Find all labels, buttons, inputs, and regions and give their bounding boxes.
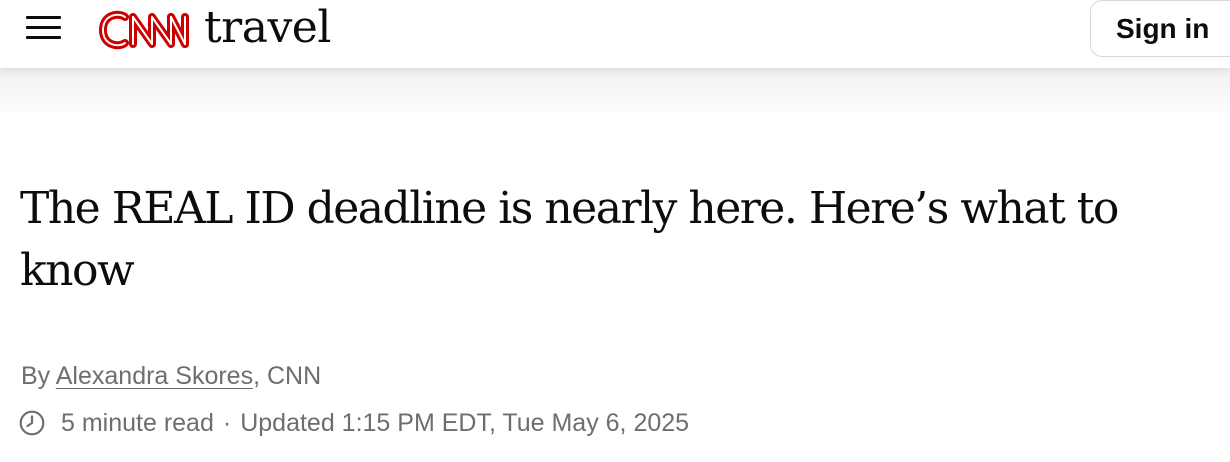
- byline-suffix: , CNN: [253, 362, 322, 390]
- section-name: travel: [204, 2, 331, 53]
- site-header: travel Sign in: [0, 0, 1230, 68]
- sign-in-button[interactable]: Sign in: [1090, 0, 1230, 57]
- header-shadow: [0, 68, 1230, 118]
- author-link[interactable]: Alexandra Skores: [56, 362, 253, 390]
- cnn-logo: [99, 10, 189, 50]
- article-headline: The REAL ID deadline is nearly here. Her…: [20, 183, 1119, 296]
- article-byline: By Alexandra Skores, CNN: [21, 360, 321, 392]
- article-meta: 5 minute read · Updated 1:15 PM EDT, Tue…: [19, 406, 689, 440]
- read-time: 5 minute read: [61, 409, 214, 437]
- cnn-travel-logo[interactable]: travel: [98, 2, 331, 54]
- menu-bar-bottom: [26, 36, 61, 39]
- menu-bar-middle: [26, 26, 61, 29]
- meta-separator: ·: [222, 409, 232, 437]
- clock-icon: [19, 410, 45, 436]
- byline-prefix: By: [21, 362, 56, 390]
- menu-bar-top: [26, 16, 61, 19]
- updated-timestamp: Updated 1:15 PM EDT, Tue May 6, 2025: [240, 409, 690, 437]
- hamburger-menu-icon[interactable]: [24, 11, 64, 45]
